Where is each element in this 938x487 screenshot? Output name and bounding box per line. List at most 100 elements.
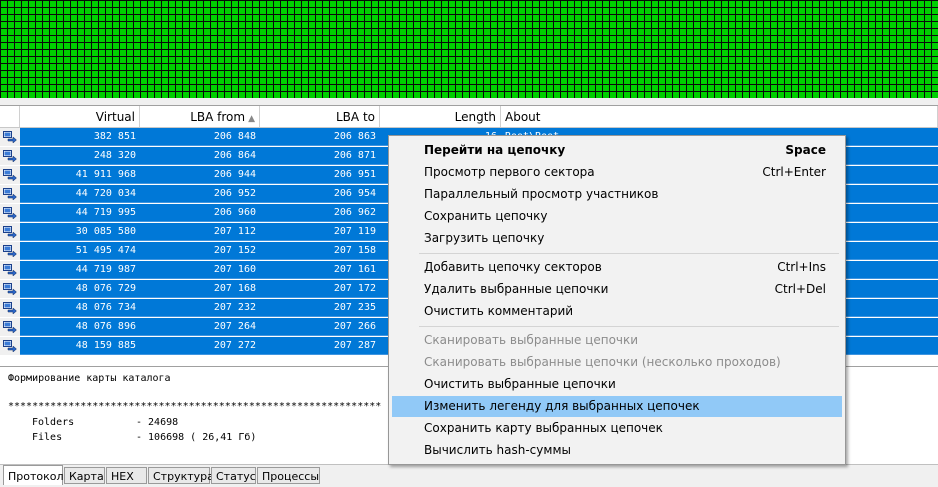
chain-arrow-icon xyxy=(3,302,17,314)
menu-item-save-chains-map[interactable]: Сохранить карту выбранных цепочек xyxy=(392,418,842,439)
menu-item-shortcut: Ctrl+Ins xyxy=(777,260,826,274)
bottom-tabs: Протокол Карта HEX Структура Статус Проц… xyxy=(0,464,938,486)
row-icon-cell xyxy=(0,280,20,298)
menu-item-label: Параллельный просмотр участников xyxy=(424,187,659,201)
menu-item-parallel-view[interactable]: Параллельный просмотр участников xyxy=(392,184,842,205)
tab-structure[interactable]: Структура xyxy=(148,467,214,484)
chain-arrow-icon xyxy=(3,264,17,276)
menu-item-label: Добавить цепочку секторов xyxy=(424,260,602,274)
cell-lba-from: 207 232 xyxy=(213,302,256,313)
cell-virtual: 44 719 995 xyxy=(75,207,136,218)
menu-item-delete-selected-chains[interactable]: Удалить выбранные цепочки Ctrl+Del xyxy=(392,279,842,300)
column-header-lba-from[interactable]: LBA from ▲ xyxy=(140,106,260,127)
chain-arrow-icon xyxy=(3,169,17,181)
menu-item-label: Очистить выбранные цепочки xyxy=(424,377,616,391)
cell-virtual: 48 076 729 xyxy=(75,283,136,294)
context-menu: Перейти на цепочку Space Просмотр первог… xyxy=(388,135,846,465)
row-icon-cell xyxy=(0,128,20,146)
menu-item-label: Удалить выбранные цепочки xyxy=(424,282,609,296)
cell-lba-from: 206 864 xyxy=(213,150,256,161)
log-folders-value: - 24698 xyxy=(136,417,179,428)
menu-item-shortcut: Ctrl+Del xyxy=(774,282,826,296)
chain-arrow-icon xyxy=(3,131,17,143)
menu-item-label: Сканировать выбранные цепочки (несколько… xyxy=(424,355,781,369)
log-separator: ****************************************… xyxy=(8,401,382,412)
cell-virtual: 48 159 885 xyxy=(75,340,136,351)
chain-arrow-icon xyxy=(3,245,17,257)
row-icon-cell xyxy=(0,223,20,241)
menu-item-change-legend[interactable]: Изменить легенду для выбранных цепочек xyxy=(392,396,842,417)
chain-arrow-icon xyxy=(3,340,17,352)
cell-lba-to: 206 951 xyxy=(333,169,376,180)
cell-lba-from: 206 944 xyxy=(213,169,256,180)
column-header-length-label: Length xyxy=(454,110,496,124)
tab-processes[interactable]: Процессы xyxy=(257,467,320,484)
column-header-virtual[interactable]: Virtual xyxy=(20,106,140,127)
menu-item-label: Перейти на цепочку xyxy=(424,143,566,157)
menu-item-clear-comment[interactable]: Очистить комментарий xyxy=(392,301,842,322)
cell-lba-from: 206 952 xyxy=(213,188,256,199)
cell-lba-to: 207 119 xyxy=(333,226,376,237)
menu-item-clear-selected-chains[interactable]: Очистить выбранные цепочки xyxy=(392,374,842,395)
cell-virtual: 30 085 580 xyxy=(75,226,136,237)
log-folders-label: Folders xyxy=(32,417,75,428)
cell-lba-from: 207 152 xyxy=(213,245,256,256)
menu-item-load-chain[interactable]: Загрузить цепочку xyxy=(392,228,842,249)
column-header-lba-to[interactable]: LBA to xyxy=(260,106,380,127)
column-header-length[interactable]: Length xyxy=(380,106,501,127)
chain-arrow-icon xyxy=(3,188,17,200)
cell-lba-from: 207 160 xyxy=(213,264,256,275)
menu-item-label: Вычислить hash-суммы xyxy=(424,443,571,457)
menu-item-shortcut: Space xyxy=(785,143,826,157)
menu-item-scan-selected-chains-multipass: Сканировать выбранные цепочки (несколько… xyxy=(392,352,842,373)
cell-lba-from: 207 112 xyxy=(213,226,256,237)
cell-lba-to: 207 158 xyxy=(333,245,376,256)
log-files-label: Files xyxy=(32,432,63,443)
table-header: Virtual LBA from ▲ LBA to Length About xyxy=(0,106,938,128)
chain-arrow-icon xyxy=(3,226,17,238)
menu-item-compute-hash[interactable]: Вычислить hash-суммы xyxy=(392,440,842,461)
menu-item-view-first-sector[interactable]: Просмотр первого сектора Ctrl+Enter xyxy=(392,162,842,183)
column-header-icon[interactable] xyxy=(0,106,20,127)
column-header-lba-from-label: LBA from xyxy=(190,110,246,124)
sector-map[interactable] xyxy=(0,0,938,98)
cell-lba-to: 207 235 xyxy=(333,302,376,313)
row-icon-cell xyxy=(0,299,20,317)
tab-map[interactable]: Карта xyxy=(64,467,105,484)
row-icon-cell xyxy=(0,337,20,355)
row-icon-cell xyxy=(0,242,20,260)
cell-virtual: 41 911 968 xyxy=(75,169,136,180)
sector-map-grid[interactable] xyxy=(0,0,938,98)
cell-lba-to: 206 962 xyxy=(333,207,376,218)
cell-lba-to: 207 287 xyxy=(333,340,376,351)
row-icon-cell xyxy=(0,261,20,279)
column-header-lba-to-label: LBA to xyxy=(336,110,375,124)
menu-item-add-sector-chain[interactable]: Добавить цепочку секторов Ctrl+Ins xyxy=(392,257,842,278)
sector-map-bottom-strip xyxy=(0,98,938,106)
cell-lba-to: 206 871 xyxy=(333,150,376,161)
cell-lba-to: 207 172 xyxy=(333,283,376,294)
cell-lba-from: 207 272 xyxy=(213,340,256,351)
cell-lba-from: 206 848 xyxy=(213,131,256,142)
tab-hex[interactable]: HEX xyxy=(106,467,147,484)
tab-protocol[interactable]: Протокол xyxy=(3,465,64,485)
row-icon-cell xyxy=(0,204,20,222)
column-header-about[interactable]: About xyxy=(501,106,938,127)
menu-item-shortcut: Ctrl+Enter xyxy=(762,165,826,179)
cell-virtual: 248 320 xyxy=(93,150,136,161)
cell-lba-from: 207 168 xyxy=(213,283,256,294)
menu-item-save-chain[interactable]: Сохранить цепочку xyxy=(392,206,842,227)
row-icon-cell xyxy=(0,318,20,336)
menu-item-go-to-chain[interactable]: Перейти на цепочку Space xyxy=(392,140,842,161)
tab-status[interactable]: Статус xyxy=(211,467,256,484)
cell-lba-to: 206 954 xyxy=(333,188,376,199)
menu-item-label: Сохранить карту выбранных цепочек xyxy=(424,421,663,435)
cell-lba-to: 206 863 xyxy=(333,131,376,142)
cell-lba-to: 207 161 xyxy=(333,264,376,275)
cell-lba-from: 207 264 xyxy=(213,321,256,332)
log-files-value: - 106698 ( 26,41 Гб) xyxy=(136,432,257,443)
chain-arrow-icon xyxy=(3,321,17,333)
sort-asc-icon: ▲ xyxy=(248,114,255,124)
chain-arrow-icon xyxy=(3,150,17,162)
cell-lba-to: 207 266 xyxy=(333,321,376,332)
